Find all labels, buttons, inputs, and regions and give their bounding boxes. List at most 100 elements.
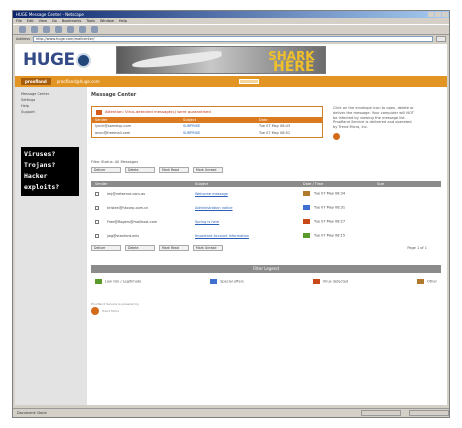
- close-icon[interactable]: [442, 12, 448, 17]
- mark-read-button[interactable]: Mark Read: [159, 166, 189, 173]
- menu-edit[interactable]: Edit: [27, 18, 34, 24]
- legend-item: Virus detected: [312, 278, 348, 284]
- envelope-icon[interactable]: [303, 191, 310, 196]
- window-title: HUGE Message Center - Netscape: [16, 12, 84, 17]
- legend-red-icon: [312, 278, 320, 284]
- menu-bookmarks[interactable]: Bookmarks: [62, 18, 82, 24]
- menu-file[interactable]: File: [16, 18, 22, 24]
- row-checkbox[interactable]: [95, 219, 99, 224]
- msg-subject[interactable]: Welcome message: [195, 192, 303, 196]
- username-badge: proofland: [21, 78, 51, 85]
- banner-text: SHARK HERE: [268, 50, 315, 73]
- alert-subject[interactable]: SURPRISE: [183, 123, 259, 130]
- title-bar: HUGE Message Center - Netscape: [13, 11, 449, 18]
- mark-unread-button[interactable]: Mark Unread: [193, 166, 223, 173]
- print-icon[interactable]: [91, 26, 98, 33]
- menu-view[interactable]: View: [39, 18, 47, 24]
- delete-button[interactable]: Delete: [125, 244, 155, 251]
- legend-blue-icon: [210, 278, 218, 284]
- row-checkbox[interactable]: [95, 205, 99, 210]
- mark-unread-button[interactable]: Mark Unread: [193, 244, 223, 251]
- footer: Proofland Service is powered by Trend Mi…: [91, 302, 441, 315]
- col-size[interactable]: Size: [377, 181, 437, 187]
- stop-icon[interactable]: [55, 26, 62, 33]
- back-icon[interactable]: [19, 26, 26, 33]
- legend-title: Filter Legend: [91, 264, 441, 273]
- col-subject[interactable]: Subject: [195, 181, 303, 187]
- search-icon[interactable]: [79, 26, 86, 33]
- minimize-icon[interactable]: [428, 12, 434, 17]
- warning-icon: [96, 109, 102, 115]
- table-row[interactable]: jwg@stanford.edu Important Account Infor…: [91, 229, 441, 243]
- menu-go[interactable]: Go: [52, 18, 57, 24]
- row-checkbox[interactable]: [95, 191, 99, 196]
- envelope-icon[interactable]: [303, 205, 310, 210]
- col-sender[interactable]: Sender: [95, 181, 195, 187]
- alert-date: Tue 07 May 08:51: [259, 130, 291, 135]
- alert-row[interactable]: lynch@someisp.com SURPRISE Tue 07 May 08…: [92, 123, 322, 130]
- message-table-header: Sender Subject Date / Time Size: [91, 180, 441, 187]
- pager[interactable]: Page 1 of 1: [407, 246, 427, 250]
- status-panel: [361, 410, 401, 416]
- address-input[interactable]: http://www.huge.com/mailcenter/: [32, 36, 433, 42]
- trend-logo-icon: [333, 132, 340, 140]
- menu-window[interactable]: Window: [100, 18, 114, 24]
- msg-subject[interactable]: Spring is here: [195, 220, 303, 224]
- shark-image: [131, 50, 222, 70]
- home-icon[interactable]: [67, 26, 74, 33]
- go-button[interactable]: [436, 36, 446, 42]
- msg-date: Tue 07 May 08:31: [314, 205, 346, 210]
- alert-subject[interactable]: SURPRISE: [183, 130, 259, 137]
- banner-ad[interactable]: SHARK HERE: [115, 46, 326, 74]
- table-row[interactable]: lmj@netserve.com.au Welcome message Tue …: [91, 187, 441, 201]
- msg-subject[interactable]: Administration notice: [195, 206, 303, 210]
- virus-ad[interactable]: Viruses? Trojans? Hacker exploits?: [21, 147, 79, 196]
- msg-date: Tue 07 May 08:15: [314, 233, 346, 238]
- msg-subject[interactable]: Important Account Information: [195, 234, 303, 238]
- virus-alert-box: Attention: Virus-detected message(s) wer…: [91, 106, 323, 138]
- nav-support[interactable]: Support: [15, 109, 87, 115]
- msg-sender: jwg@stanford.edu: [107, 233, 139, 238]
- info-note: Click on the envelope icon to open, dele…: [333, 106, 415, 140]
- status-text: Document: Done: [17, 411, 47, 415]
- status-panel: [409, 410, 449, 416]
- table-row[interactable]: kristen@hkcorp.com.cn Administration not…: [91, 201, 441, 215]
- legend-label: Special offers: [220, 279, 244, 283]
- legend-item: Low risk / Legitimate: [95, 278, 141, 284]
- deliver-button[interactable]: Deliver: [91, 244, 121, 251]
- logout-button[interactable]: [239, 79, 259, 84]
- browser-window: HUGE Message Center - Netscape File Edit…: [12, 10, 450, 418]
- virus-line4: exploits?: [24, 183, 60, 191]
- table-row[interactable]: Free@Rogers@mailhost.com Spring is here …: [91, 215, 441, 229]
- col-date[interactable]: Date / Time: [303, 181, 377, 187]
- site-header: HUGE SHARK HERE: [15, 44, 447, 76]
- alert-row[interactable]: anon@freemail.com SURPRISE Tue 07 May 08…: [92, 130, 322, 137]
- mark-read-button[interactable]: Mark Read: [159, 244, 189, 251]
- menu-help[interactable]: Help: [119, 18, 127, 24]
- forward-icon[interactable]: [31, 26, 38, 33]
- menu-tools[interactable]: Tools: [86, 18, 95, 24]
- legend-brown-icon: [417, 278, 425, 284]
- delete-button[interactable]: Delete: [125, 166, 155, 173]
- page-title: Message Center: [91, 92, 137, 98]
- legend-item: Other: [417, 278, 437, 284]
- footer-brand: Trend Micro: [102, 308, 120, 313]
- info-note-text: Click on the envelope icon to open, dele…: [333, 106, 414, 130]
- row-checkbox[interactable]: [95, 233, 99, 238]
- user-bar: proofland proofland@huge.com: [15, 76, 447, 87]
- alert-date: Tue 07 May 08:43: [259, 123, 291, 128]
- message-table: Sender Subject Date / Time Size lmj@nets…: [91, 180, 441, 251]
- huge-logo[interactable]: HUGE: [23, 50, 91, 70]
- reload-icon[interactable]: [43, 26, 50, 33]
- deliver-button[interactable]: Deliver: [91, 166, 121, 173]
- envelope-icon[interactable]: [303, 219, 310, 224]
- action-bar: Deliver Delete Mark Read Mark Unread: [91, 166, 441, 173]
- envelope-icon[interactable]: [303, 233, 310, 238]
- legend-item: Special offers: [210, 278, 244, 284]
- maximize-icon[interactable]: [435, 12, 441, 17]
- sidebar: Message Center Settings Help Support Vir…: [15, 87, 87, 405]
- page-content: HUGE SHARK HERE proofland proofland@huge.…: [15, 44, 447, 405]
- main-content: Message Center Click on the envelope ico…: [91, 92, 441, 315]
- legend-row: Low risk / Legitimate Special offers Vir…: [91, 273, 441, 290]
- legend-label: Other: [427, 279, 437, 283]
